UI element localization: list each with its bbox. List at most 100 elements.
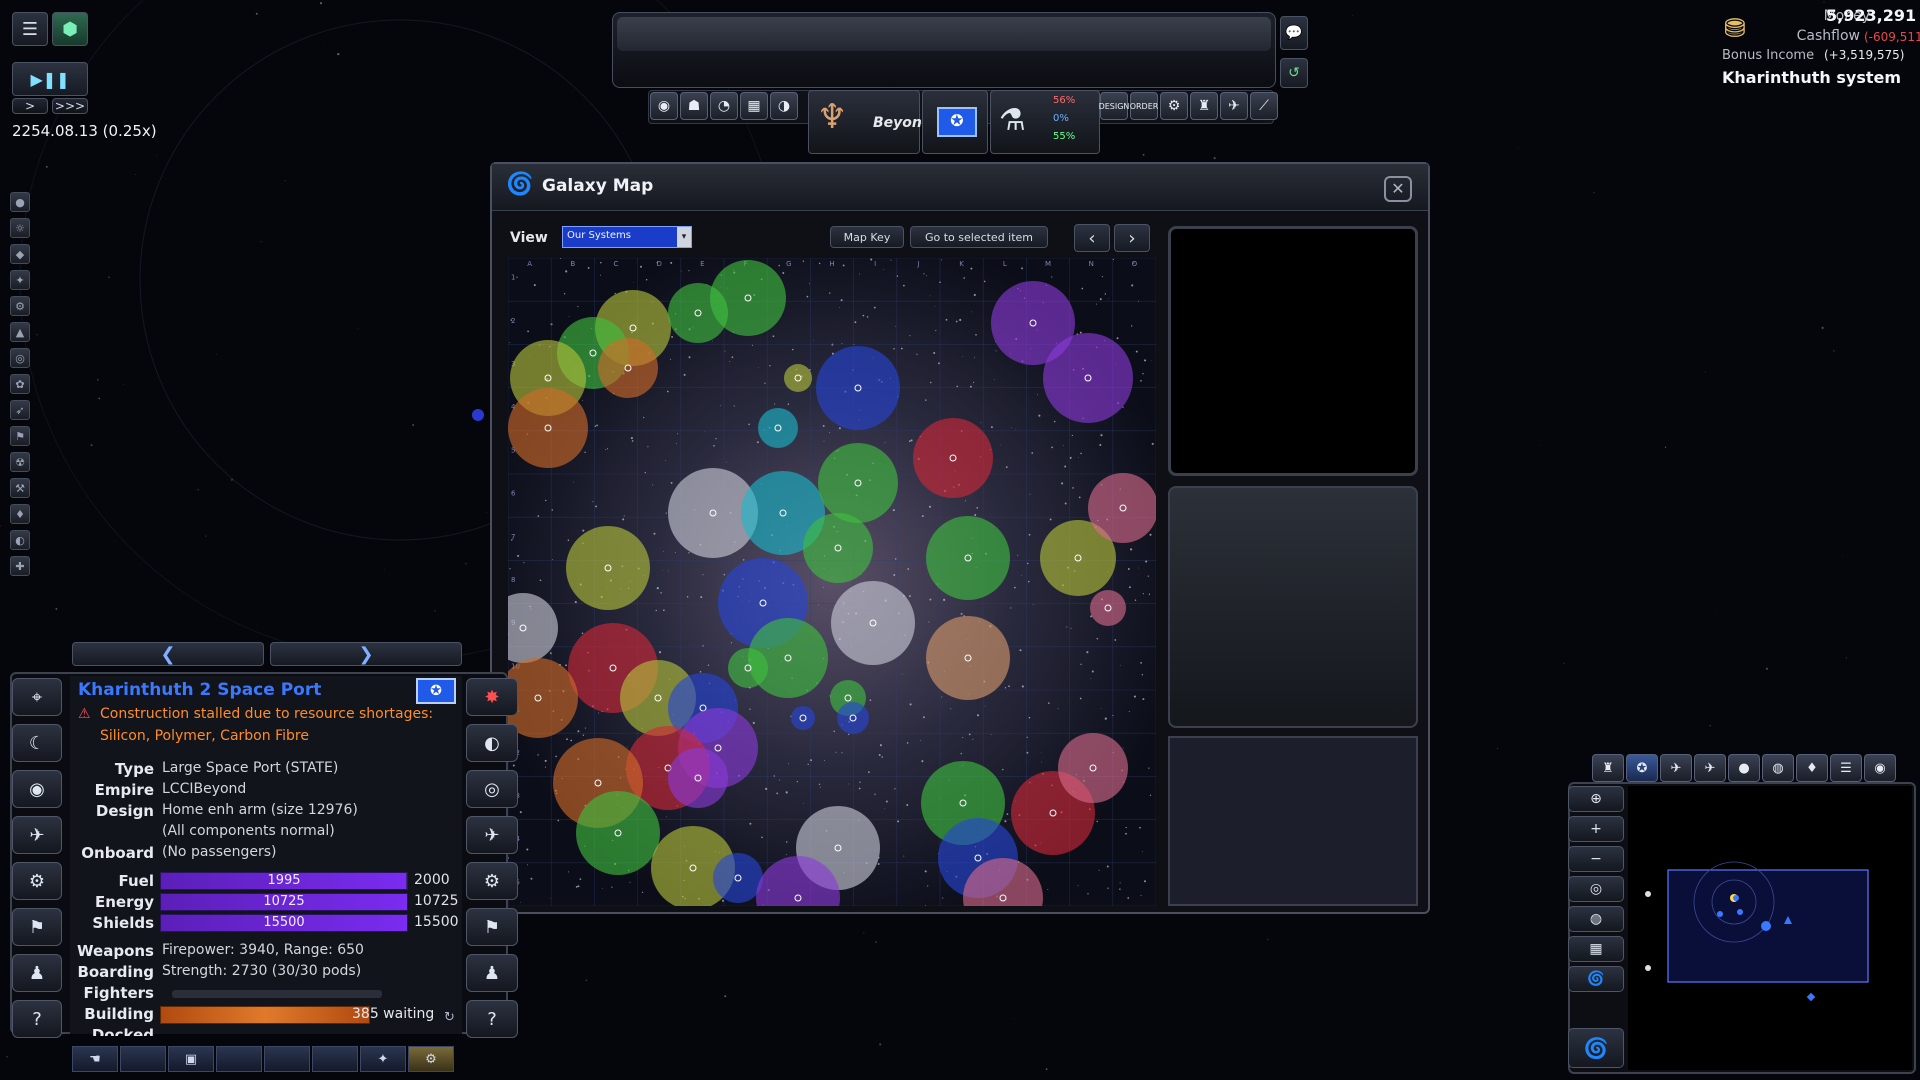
hand-icon: ☚ — [89, 1051, 101, 1067]
pie-icon[interactable]: ◔ — [710, 92, 738, 120]
prev-item-button[interactable]: ❮ — [72, 642, 264, 666]
fleet-icon[interactable]: ✈ — [1220, 92, 1248, 120]
colonies-icon[interactable]: ☗ — [680, 92, 708, 120]
menu-button[interactable]: ☰ — [12, 12, 48, 46]
target-button[interactable]: ⌖ — [12, 678, 62, 716]
grid-icon[interactable]: ▦ — [740, 92, 768, 120]
zoom-to-target-button[interactable]: ⊕ — [1568, 786, 1624, 812]
attack-button[interactable]: ✸ — [466, 678, 518, 716]
map-col-label: L — [1003, 260, 1007, 268]
filter-icon-15[interactable]: ✚ — [10, 556, 30, 576]
chevron-down-icon: ▾ — [677, 227, 691, 247]
speed-max-button[interactable]: >>> — [52, 98, 88, 114]
robot-icon[interactable]: ♜ — [1190, 92, 1218, 120]
filter-icon-14[interactable]: ◐ — [10, 530, 30, 550]
energy-bar: 10725 — [160, 893, 408, 911]
galaxy-map-canvas[interactable]: ABCDEFGHIJKLMNO123456789101112131415 — [508, 258, 1156, 906]
map-key-button[interactable]: Map Key — [830, 226, 904, 248]
minimap-filter-5[interactable]: ● — [1728, 754, 1760, 782]
filter-icon-9[interactable]: ➶ — [10, 400, 30, 420]
filter-icon-4[interactable]: ✦ — [10, 270, 30, 290]
goto-selected-button[interactable]: Go to selected item — [910, 226, 1048, 248]
filter-icon-13[interactable]: ♦ — [10, 504, 30, 524]
prev-button[interactable]: ‹ — [1074, 224, 1110, 252]
orbit-action-button[interactable]: ◐ — [466, 724, 518, 762]
empire-leader-button[interactable]: ♆ Beyond — [808, 90, 932, 154]
play-pause-button[interactable]: ▶❚❚ — [12, 62, 88, 96]
filter-icon-2[interactable]: ☼ — [10, 218, 30, 238]
minimap-filter-6[interactable]: ◍ — [1762, 754, 1794, 782]
empire-overview-button[interactable]: ⬢ — [52, 12, 88, 46]
filter-icon-3[interactable]: ◆ — [10, 244, 30, 264]
minimap-filter-3[interactable]: ✈ — [1660, 754, 1692, 782]
help-button[interactable]: ? — [12, 1000, 62, 1038]
scan-button[interactable]: ◎ — [466, 770, 518, 808]
filter-icon-5[interactable]: ⚙ — [10, 296, 30, 316]
empire-flag-button[interactable]: ✪ — [922, 90, 988, 154]
zoom-out-button[interactable]: − — [1568, 846, 1624, 872]
graph-icon[interactable]: ⟋ — [1250, 92, 1278, 120]
filter-icon-8[interactable]: ✿ — [10, 374, 30, 394]
filter-icon-1[interactable]: ● — [10, 192, 30, 212]
minimap-filter-7[interactable]: ♦ — [1796, 754, 1828, 782]
gear-icon[interactable]: ⚙ — [1160, 92, 1188, 120]
config-button[interactable]: ⚙ — [466, 862, 518, 900]
filter-icon-6[interactable]: ▲ — [10, 322, 30, 342]
chat-button[interactable]: 💬 — [1280, 16, 1308, 50]
fleet-button[interactable]: ✈ — [12, 816, 62, 854]
troops-action-button[interactable]: ♟ — [466, 954, 518, 992]
flag-icon: ⚑ — [483, 916, 501, 938]
bottom-tab-1[interactable]: ☚ — [72, 1046, 118, 1072]
help-action-button[interactable]: ? — [466, 1000, 518, 1038]
leader-portrait-icon: ♆ — [817, 97, 848, 137]
view-button[interactable]: ◉ — [12, 770, 62, 808]
planets-icon[interactable]: ◉ — [650, 92, 678, 120]
history-button[interactable]: ↺ — [1280, 58, 1308, 88]
map-col-label: K — [959, 260, 964, 268]
galaxy-map-window: 🌀 Galaxy Map ✕ View Our Systems ▾ Map Ke… — [490, 162, 1430, 914]
bottom-tab-3[interactable]: ▣ — [168, 1046, 214, 1072]
troops-button[interactable]: ♟ — [12, 954, 62, 992]
zoom-galaxy-button[interactable]: 🌀 — [1568, 966, 1624, 992]
filter-icon-10[interactable]: ⚑ — [10, 426, 30, 446]
map-col-label: B — [570, 260, 575, 268]
bottom-tab-7[interactable]: ✦ — [360, 1046, 406, 1072]
bottom-tab-6[interactable] — [312, 1046, 358, 1072]
next-button[interactable]: › — [1114, 224, 1150, 252]
filter-icon-12[interactable]: ⚒ — [10, 478, 30, 498]
zoom-region-button[interactable]: ▦ — [1568, 936, 1624, 962]
flag-action-button[interactable]: ⚑ — [466, 908, 518, 946]
design-button[interactable]: DESIGN — [1099, 92, 1129, 120]
zoom-sector-button[interactable]: ◍ — [1568, 906, 1624, 932]
minimap-filter-9[interactable]: ◉ — [1864, 754, 1896, 782]
view-select[interactable]: Our Systems ▾ — [562, 226, 692, 248]
next-item-button[interactable]: ❯ — [270, 642, 462, 666]
map-row-label: 7 — [511, 533, 515, 541]
flag-button[interactable]: ⚑ — [12, 908, 62, 946]
map-col-label: O — [1132, 260, 1138, 268]
territory-region — [784, 364, 812, 392]
speed-up-button[interactable]: > — [12, 98, 48, 114]
close-button[interactable]: ✕ — [1384, 176, 1412, 202]
orbit-button[interactable]: ☾ — [12, 724, 62, 762]
minimap-canvas[interactable] — [1628, 786, 1912, 1070]
zoom-in-button[interactable]: + — [1568, 816, 1624, 842]
message-panel[interactable] — [612, 12, 1276, 88]
order-button[interactable]: ORDER — [1130, 92, 1158, 120]
bottom-tab-2[interactable] — [120, 1046, 166, 1072]
move-button[interactable]: ✈ — [466, 816, 518, 854]
bottom-tab-5[interactable] — [264, 1046, 310, 1072]
zoom-system-button[interactable]: ◎ — [1568, 876, 1624, 902]
minimap-filter-8[interactable]: ☰ — [1830, 754, 1862, 782]
research-button[interactable]: ⚗ 56% 0% 55% — [990, 90, 1100, 154]
filter-icon-7[interactable]: ◎ — [10, 348, 30, 368]
bottom-tab-8[interactable]: ⚙ — [408, 1046, 454, 1072]
minimap-filter-4[interactable]: ✈ — [1694, 754, 1726, 782]
minimap-filter-1[interactable]: ♜ — [1592, 754, 1624, 782]
filter-icon-11[interactable]: ☢ — [10, 452, 30, 472]
moon-icon[interactable]: ◑ — [770, 92, 798, 120]
settings-button[interactable]: ⚙ — [12, 862, 62, 900]
minimap-filter-2[interactable]: ✪ — [1626, 754, 1658, 782]
galaxy-map-toggle-button[interactable]: 🌀 — [1568, 1028, 1624, 1068]
bottom-tab-4[interactable] — [216, 1046, 262, 1072]
